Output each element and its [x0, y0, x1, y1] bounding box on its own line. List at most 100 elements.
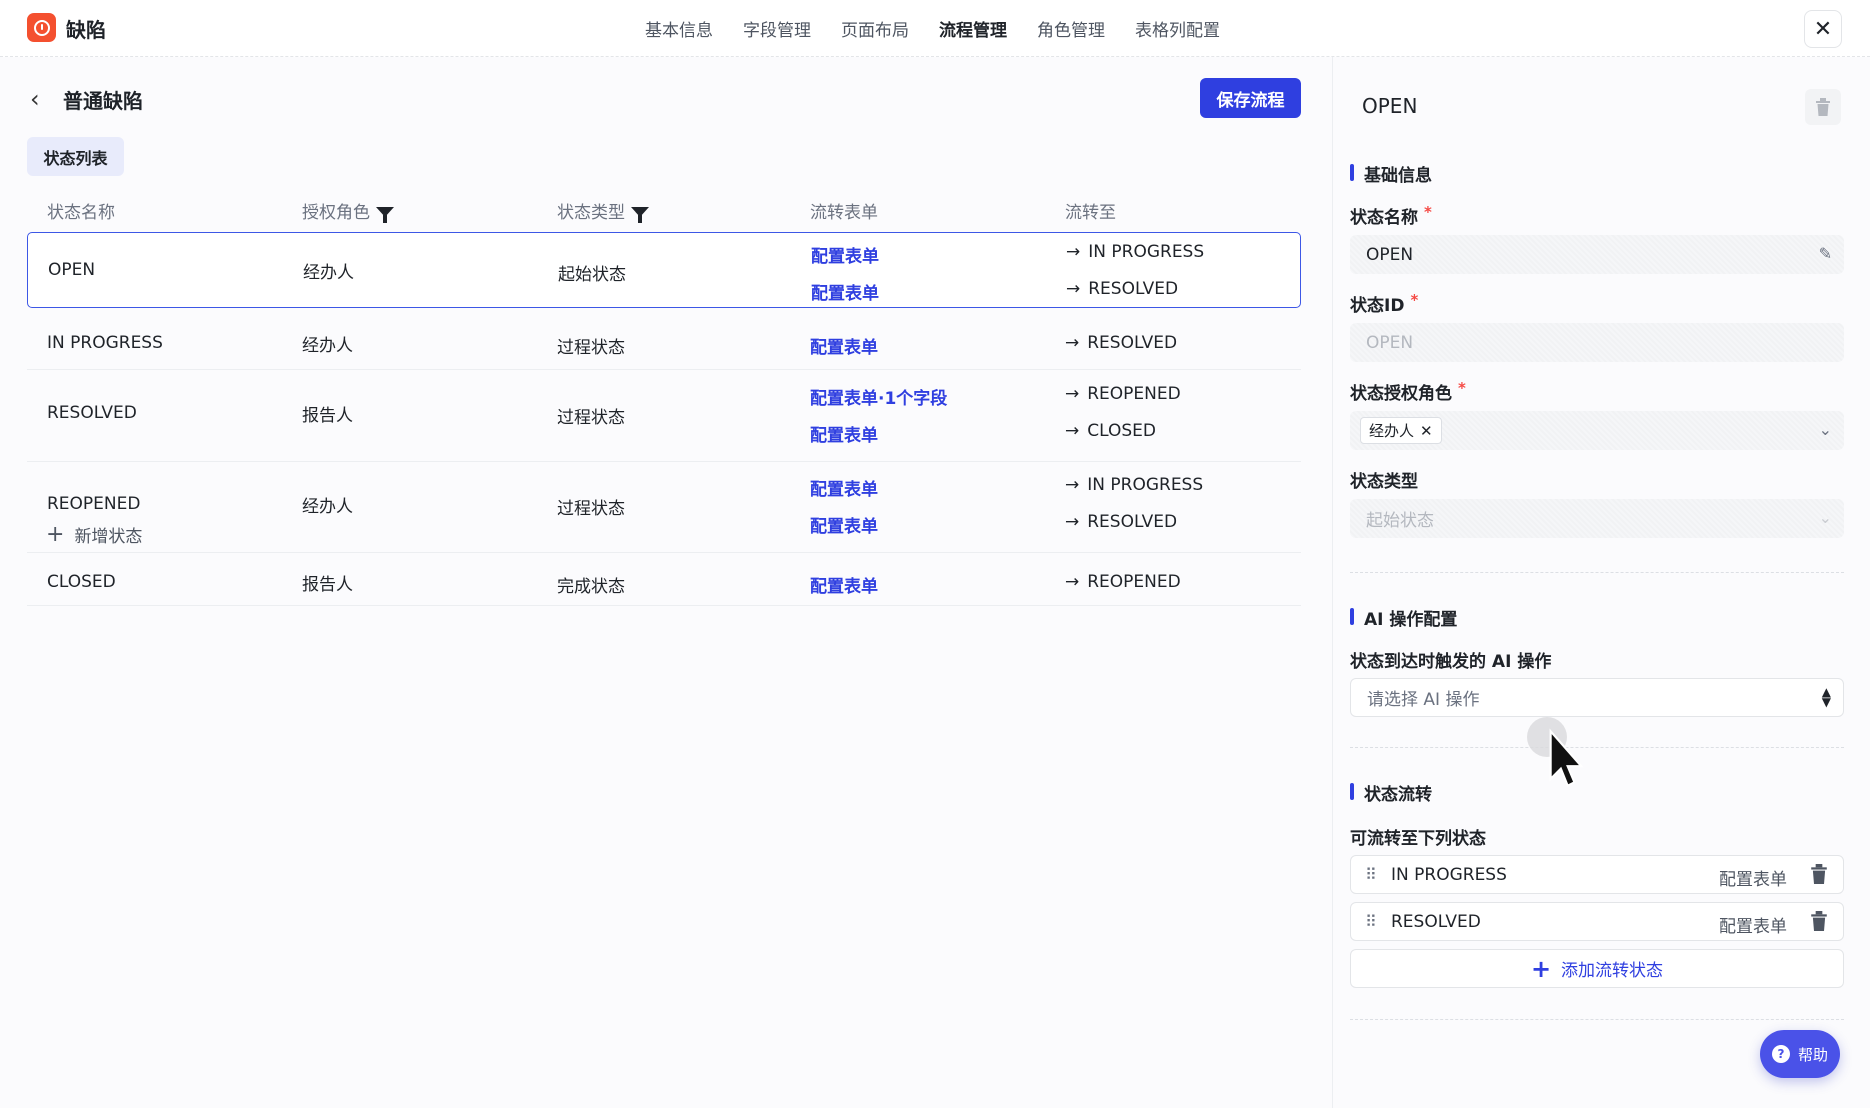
app-title: 缺陷: [66, 18, 106, 42]
trash-icon[interactable]: [1810, 864, 1828, 884]
transition-target: → REOPENED: [1065, 572, 1181, 592]
state-role: 经办人: [302, 497, 353, 517]
nav-page-layout[interactable]: 页面布局: [841, 16, 909, 41]
arrow-right-icon: →: [1065, 512, 1080, 532]
role-chip: 经办人 ✕: [1360, 417, 1442, 444]
nav-role-management[interactable]: 角色管理: [1037, 16, 1105, 41]
configure-form-link[interactable]: 配置表单: [810, 421, 878, 446]
drag-handle-icon[interactable]: ⠿: [1365, 912, 1377, 931]
close-icon: ✕: [1813, 16, 1833, 42]
delete-state-button[interactable]: [1805, 89, 1841, 125]
chevron-down-icon[interactable]: ⌄: [1819, 420, 1832, 439]
transition-target: → CLOSED: [1065, 421, 1156, 441]
state-role: 报告人: [302, 406, 353, 426]
configure-form-link[interactable]: 配置表单: [810, 572, 878, 597]
flow-item[interactable]: ⠿ RESOLVED 配置表单: [1350, 902, 1844, 941]
state-role: 报告人: [302, 575, 353, 595]
column-header-transition-form: 流转表单: [810, 203, 878, 223]
add-flow-state-button[interactable]: + 添加流转状态: [1350, 949, 1844, 988]
column-header-role: 授权角色: [302, 198, 394, 223]
table-row[interactable]: OPEN 经办人 起始状态 配置表单 → IN PROGRESS 配置表单 → RE…: [27, 232, 1301, 308]
state-name: REOPENED: [47, 494, 141, 514]
configure-form-button[interactable]: 配置表单: [1719, 865, 1787, 890]
transition-target: → RESOLVED: [1066, 279, 1179, 299]
table-row[interactable]: IN PROGRESS 经办人 过程状态 配置表单 → RESOLVED: [27, 310, 1301, 370]
filter-icon[interactable]: [631, 206, 649, 223]
table-row[interactable]: REOPENED 经办人 过程状态 配置表单 → IN PROGRESS 配置表单…: [27, 462, 1301, 553]
add-state-button[interactable]: + 新增状态: [46, 522, 142, 547]
state-role: 经办人: [303, 263, 354, 283]
divider: [1350, 572, 1844, 573]
state-type-select: 起始状态 ⌄: [1350, 499, 1844, 538]
state-role-select[interactable]: 经办人 ✕ ⌄: [1350, 411, 1844, 450]
configure-form-link[interactable]: 配置表单: [810, 475, 878, 500]
state-type: 过程状态: [557, 338, 625, 358]
configure-form-link[interactable]: 配置表单: [810, 333, 878, 358]
state-name: OPEN: [48, 260, 96, 280]
section-state-flow: 状态流转: [1350, 780, 1432, 805]
arrow-right-icon: →: [1065, 333, 1080, 353]
state-name: RESOLVED: [47, 403, 137, 423]
state-type: 完成状态: [557, 577, 625, 597]
state-type: 过程状态: [557, 499, 625, 519]
nav-basic-info[interactable]: 基本信息: [645, 16, 713, 41]
drag-handle-icon[interactable]: ⠿: [1365, 865, 1377, 884]
trash-icon[interactable]: [1810, 911, 1828, 931]
save-workflow-button[interactable]: 保存流程: [1200, 78, 1301, 118]
table-row[interactable]: RESOLVED 报告人 过程状态 配置表单·1个字段 → REOPENED 配置…: [27, 370, 1301, 462]
edit-icon[interactable]: ✎: [1819, 244, 1832, 263]
state-id-field: OPEN: [1350, 323, 1844, 362]
state-detail-title: OPEN: [1362, 94, 1418, 118]
nav-field-management[interactable]: 字段管理: [743, 16, 811, 41]
top-bar: 缺陷 基本信息 字段管理 页面布局 流程管理 角色管理 表格列配置 ✕: [0, 0, 1870, 57]
arrow-right-icon: →: [1065, 384, 1080, 404]
configure-form-link[interactable]: 配置表单: [811, 242, 879, 267]
column-header-state-name: 状态名称: [47, 203, 115, 223]
section-basic-info: 基础信息: [1350, 161, 1432, 186]
nav-workflow-management[interactable]: 流程管理: [939, 16, 1007, 41]
state-type: 起始状态: [558, 265, 626, 285]
flow-targets-label: 可流转至下列状态: [1350, 829, 1486, 849]
transition-target: → RESOLVED: [1065, 333, 1178, 353]
flow-item[interactable]: ⠿ IN PROGRESS 配置表单: [1350, 855, 1844, 894]
required-mark: *: [1410, 291, 1419, 309]
back-chevron-icon[interactable]: ‹: [30, 85, 40, 113]
tab-state-list[interactable]: 状态列表: [27, 137, 124, 176]
remove-chip-icon[interactable]: ✕: [1420, 422, 1433, 440]
state-name: CLOSED: [47, 572, 116, 592]
table-row[interactable]: CLOSED 报告人 完成状态 配置表单 → REOPENED: [27, 553, 1301, 606]
close-button[interactable]: ✕: [1804, 10, 1842, 48]
configure-form-link[interactable]: 配置表单: [811, 279, 879, 304]
plus-icon: +: [46, 522, 65, 547]
ai-action-select[interactable]: 请选择 AI 操作 ▲ ▼: [1350, 678, 1844, 717]
transition-target: → RESOLVED: [1065, 512, 1178, 532]
plus-icon: +: [1530, 954, 1552, 983]
help-button[interactable]: ? 帮助: [1760, 1030, 1840, 1078]
configure-form-link[interactable]: 配置表单: [810, 512, 878, 537]
chevron-down-icon: ⌄: [1818, 508, 1832, 527]
required-mark: *: [1458, 379, 1466, 397]
filter-icon[interactable]: [376, 206, 394, 223]
nav-table-columns[interactable]: 表格列配置: [1135, 16, 1220, 41]
column-header-transition-to: 流转至: [1065, 203, 1116, 223]
configure-form-button[interactable]: 配置表单: [1719, 912, 1787, 937]
arrow-right-icon: →: [1065, 421, 1080, 441]
divider: [1350, 747, 1844, 748]
state-name-field[interactable]: OPEN ✎: [1350, 235, 1844, 274]
section-ai-config: AI 操作配置: [1350, 605, 1457, 630]
mouse-cursor-icon: [1527, 717, 1584, 788]
workflow-main-panel: ‹ 普通缺陷 保存流程 状态列表 状态名称 授权角色 状态类型 流转表单 流转至…: [0, 57, 1332, 1108]
state-type-label: 状态类型: [1350, 472, 1418, 492]
column-header-state-type: 状态类型: [557, 198, 649, 223]
top-nav: 基本信息 字段管理 页面布局 流程管理 角色管理 表格列配置: [645, 16, 1220, 41]
arrow-right-icon: →: [1066, 242, 1081, 262]
transition-target: → REOPENED: [1065, 384, 1181, 404]
ai-action-label: 状态到达时触发的 AI 操作: [1350, 652, 1552, 672]
state-role-label: 状态授权角色 *: [1350, 379, 1466, 404]
configure-form-link[interactable]: 配置表单·1个字段: [810, 384, 947, 409]
transition-target: → IN PROGRESS: [1066, 242, 1205, 262]
state-type: 过程状态: [557, 408, 625, 428]
transition-target: → IN PROGRESS: [1065, 475, 1204, 495]
page-title: 普通缺陷: [63, 89, 143, 113]
state-id-label: 状态ID *: [1350, 291, 1419, 316]
